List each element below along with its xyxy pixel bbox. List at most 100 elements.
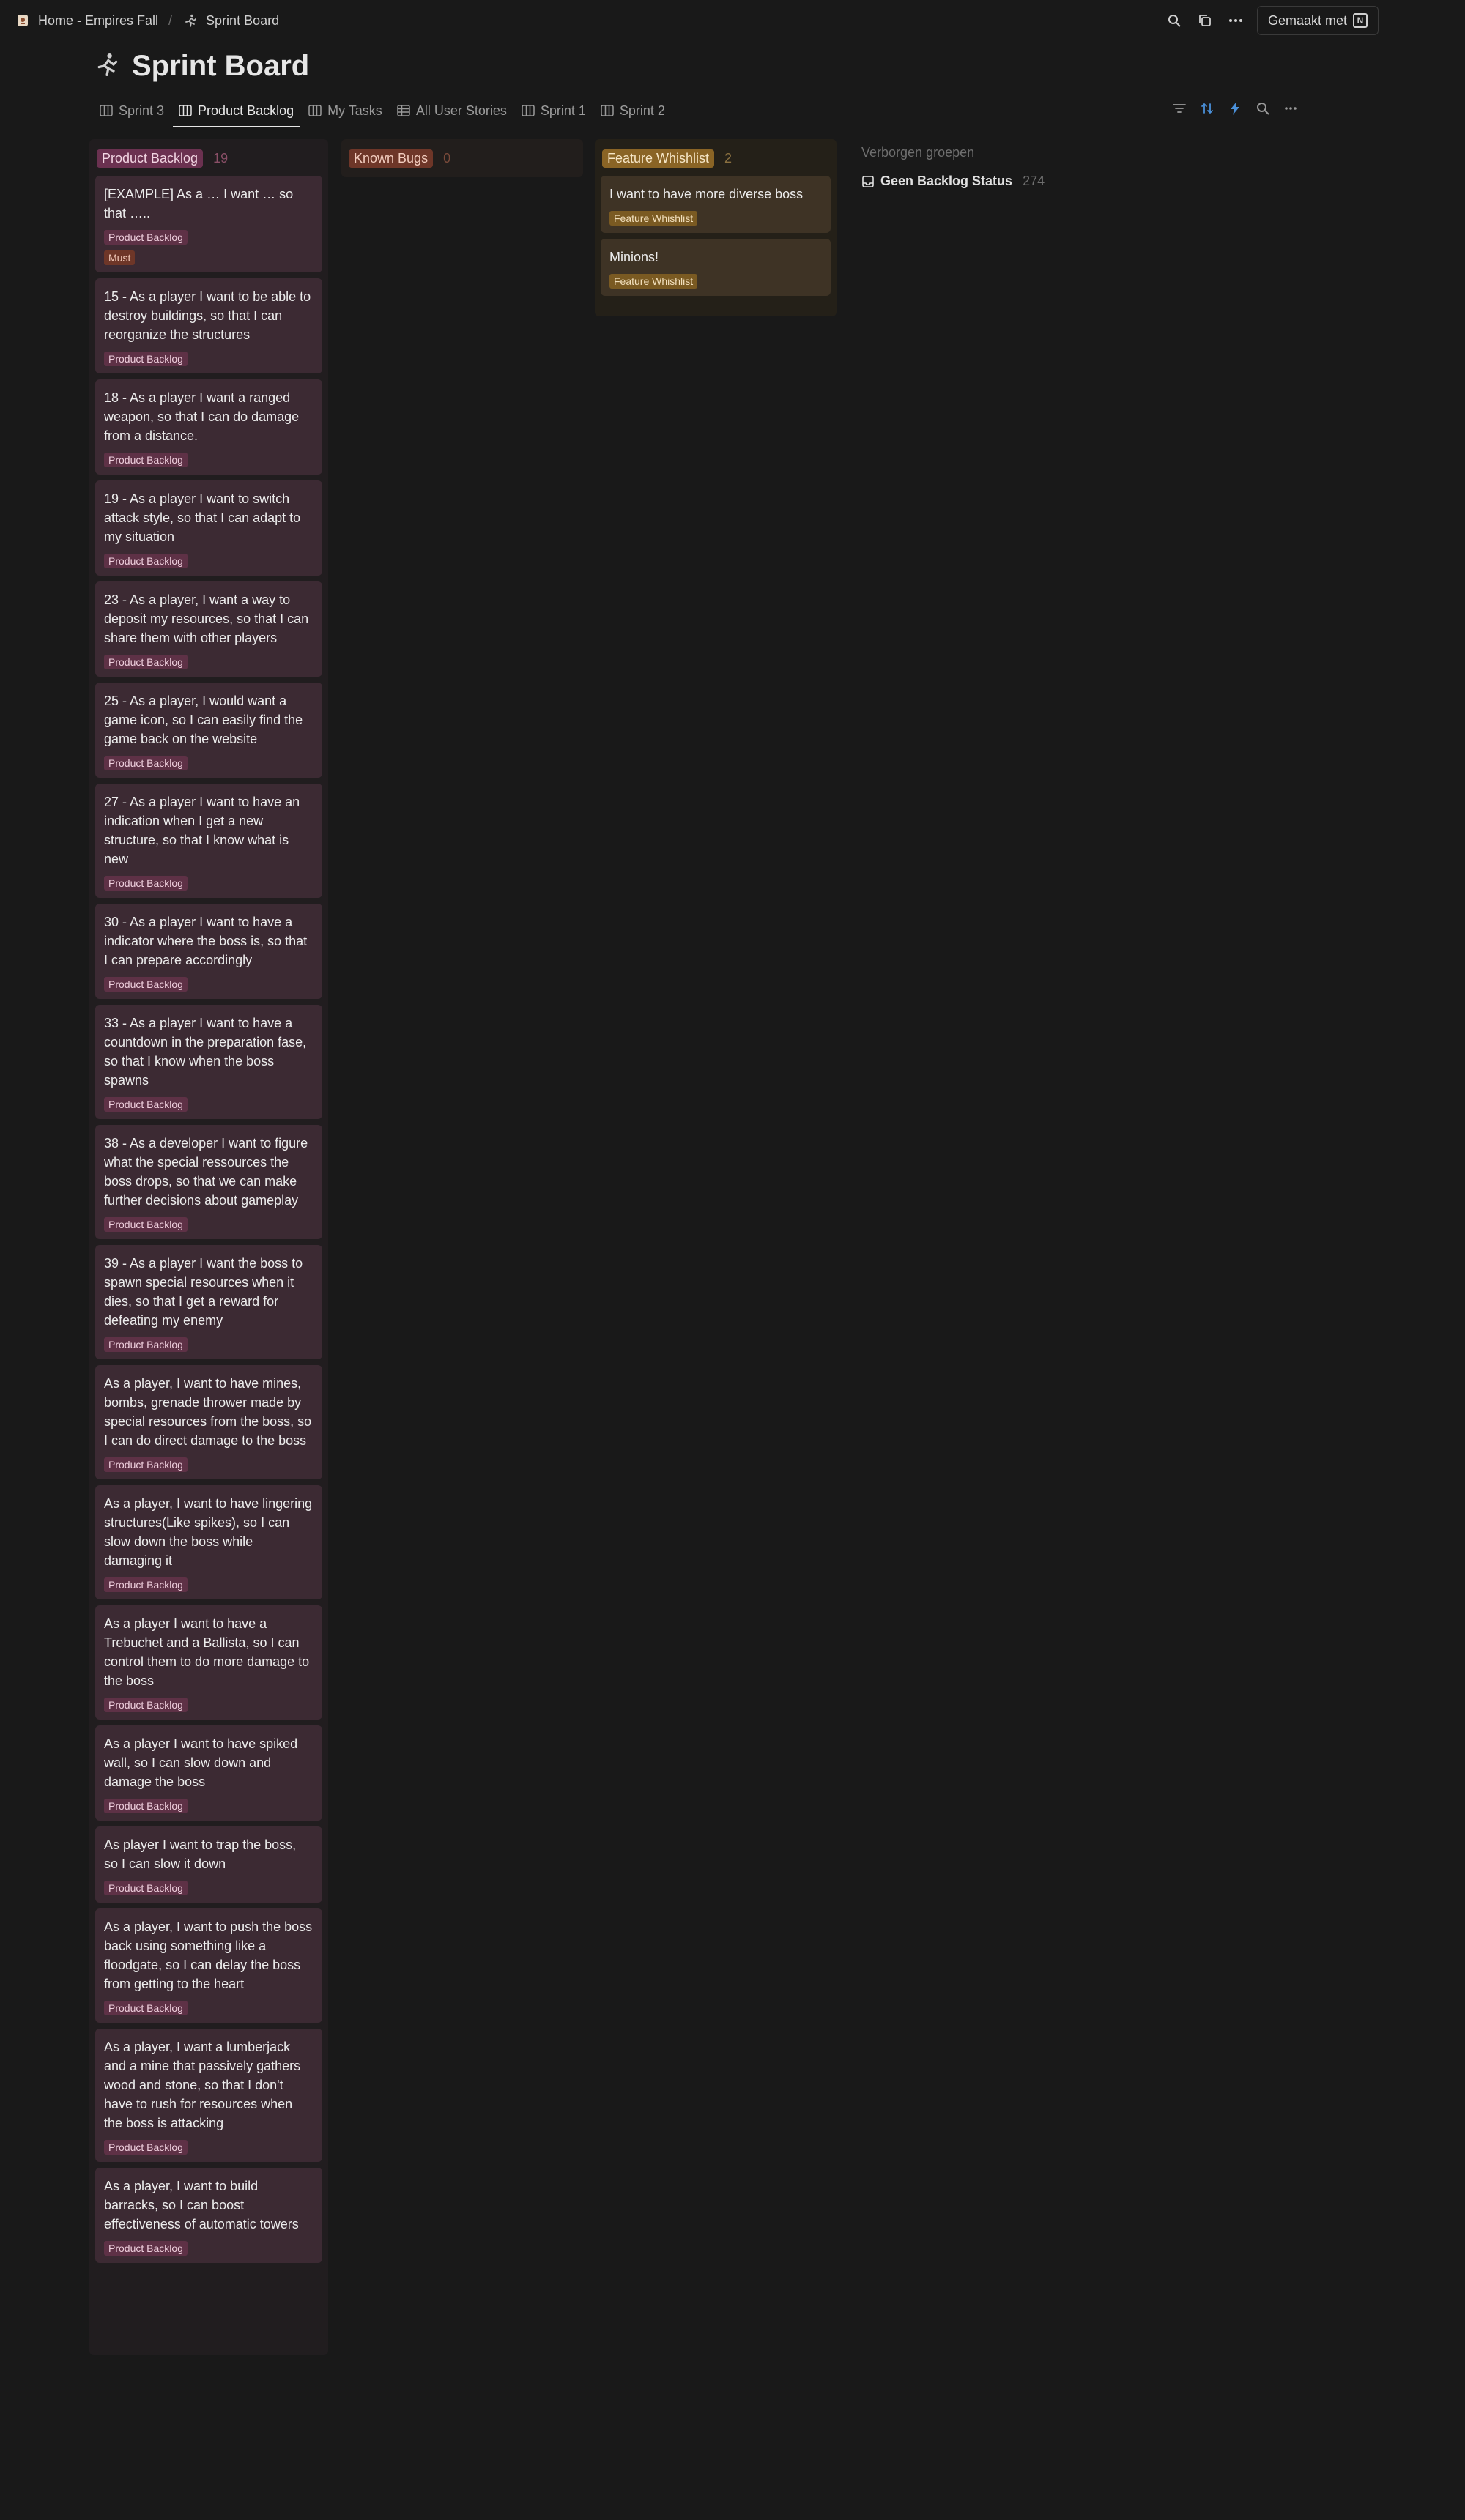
column-product-backlog: Product Backlog 19 [EXAMPLE] As a … I wa…: [89, 139, 328, 2355]
card-tags: Product Backlog: [104, 2133, 314, 2155]
tab-product-backlog[interactable]: Product Backlog: [173, 94, 300, 127]
breadcrumb-home[interactable]: Home - Empires Fall: [15, 12, 158, 29]
board-card[interactable]: As a player, I want to have lingering st…: [95, 1485, 322, 1599]
status-badge: Product Backlog: [104, 230, 188, 245]
status-badge: Product Backlog: [104, 977, 188, 992]
board-card[interactable]: 25 - As a player, I would want a game ic…: [95, 683, 322, 778]
board-icon: [601, 105, 614, 116]
status-badge: Product Backlog: [104, 352, 188, 366]
tab-sprint-1[interactable]: Sprint 1: [516, 94, 592, 127]
filter-icon[interactable]: [1171, 100, 1188, 117]
column-title[interactable]: Known Bugs: [349, 149, 434, 168]
status-badge: Product Backlog: [104, 1097, 188, 1112]
sort-icon[interactable]: [1198, 100, 1216, 117]
column-count: 2: [724, 150, 732, 166]
column-feature-whishlist: Feature Whishlist 2 I want to have more …: [595, 139, 837, 316]
card-title: 23 - As a player, I want a way to deposi…: [104, 592, 309, 645]
search-icon[interactable]: [1254, 100, 1272, 117]
column-header: Feature Whishlist 2: [602, 148, 829, 168]
board-card[interactable]: 33 - As a player I want to have a countd…: [95, 1005, 322, 1119]
tab-label: Sprint 3: [119, 103, 165, 118]
board-card[interactable]: 23 - As a player, I want a way to deposi…: [95, 581, 322, 677]
more-icon[interactable]: [1282, 100, 1299, 117]
card-title: 27 - As a player I want to have an indic…: [104, 795, 300, 866]
tab-my-tasks[interactable]: My Tasks: [303, 94, 388, 127]
card-list: [EXAMPLE] As a … I want … so that ….. Pro…: [95, 176, 322, 2263]
column-header: Product Backlog 19: [97, 148, 321, 168]
column-title[interactable]: Feature Whishlist: [602, 149, 715, 168]
page-title: Sprint Board: [132, 50, 310, 82]
board-card[interactable]: As player I want to trap the boss, so I …: [95, 1826, 322, 1903]
breadcrumb-home-label: Home - Empires Fall: [38, 12, 159, 28]
board-card[interactable]: 27 - As a player I want to have an indic…: [95, 784, 322, 898]
inbox-icon: [861, 175, 875, 188]
board-card[interactable]: As a player, I want to build barracks, s…: [95, 2168, 322, 2263]
card-title: As a player, I want to build barracks, s…: [104, 2179, 299, 2231]
board-card[interactable]: 15 - As a player I want to be able to de…: [95, 278, 322, 373]
board-card[interactable]: 39 - As a player I want the boss to spaw…: [95, 1245, 322, 1359]
breadcrumb-current[interactable]: Sprint Board: [182, 12, 279, 29]
card-tags: Product Backlog: [104, 2234, 314, 2256]
board-card[interactable]: 38 - As a developer I want to figure wha…: [95, 1125, 322, 1239]
column-title[interactable]: Product Backlog: [97, 149, 204, 168]
status-badge: Product Backlog: [104, 655, 188, 669]
card-tags: Product Backlog: [104, 1090, 314, 1112]
card-title: 15 - As a player I want to be able to de…: [104, 289, 311, 342]
tab-all-user-stories[interactable]: All User Stories: [391, 94, 513, 127]
search-icon[interactable]: [1165, 11, 1184, 30]
column-header: Known Bugs 0: [349, 148, 576, 168]
more-icon[interactable]: [1226, 11, 1245, 30]
card-tags: Feature Whishlist: [609, 267, 822, 289]
board-card[interactable]: As a player, I want to have mines, bombs…: [95, 1365, 322, 1479]
tab-sprint-2[interactable]: Sprint 2: [595, 94, 671, 127]
status-badge: Product Backlog: [104, 1457, 188, 1472]
tab-label: Sprint 2: [619, 103, 665, 118]
card-title: 33 - As a player I want to have a countd…: [104, 1016, 307, 1088]
board-card[interactable]: 18 - As a player I want a ranged weapon,…: [95, 379, 322, 475]
hidden-group-no-status[interactable]: Geen Backlog Status 274: [861, 174, 1045, 189]
card-tags: Product Backlog: [104, 1993, 314, 2015]
duplicate-icon[interactable]: [1195, 11, 1214, 30]
card-title: As a player, I want to have lingering st…: [104, 1496, 313, 1568]
tab-label: All User Stories: [415, 103, 507, 118]
made-with-button[interactable]: Gemaakt met N: [1256, 6, 1379, 35]
board-card[interactable]: [EXAMPLE] As a … I want … so that ….. Pro…: [95, 176, 322, 272]
automation-icon[interactable]: [1226, 100, 1244, 117]
card-tags: Product Backlog: [104, 1570, 314, 1592]
card-tags: Product Backlog: [104, 445, 314, 467]
status-badge: Product Backlog: [104, 876, 188, 891]
card-title: As a player, I want to have mines, bombs…: [104, 1376, 312, 1448]
board-card[interactable]: As a player, I want to push the boss bac…: [95, 1908, 322, 2023]
card-title: I want to have more diverse boss: [609, 187, 804, 201]
view-tabs: Sprint 3 Product Backlog My Tasks All Us…: [94, 95, 1299, 127]
hidden-group-label: Geen Backlog Status: [880, 174, 1013, 188]
card-title: 19 - As a player I want to switch attack…: [104, 491, 301, 544]
board-card[interactable]: As a player I want to have a Trebuchet a…: [95, 1605, 322, 1720]
card-tags: Product Backlog: [104, 748, 314, 770]
tab-label: Product Backlog: [198, 103, 294, 118]
status-badge: Product Backlog: [104, 1577, 188, 1592]
board-card[interactable]: As a player I want to have spiked wall, …: [95, 1725, 322, 1821]
table-icon: [397, 105, 410, 116]
status-badge: Product Backlog: [104, 554, 188, 568]
runner-icon: [94, 51, 120, 81]
card-title: 18 - As a player I want a ranged weapon,…: [104, 390, 300, 443]
board-card[interactable]: 19 - As a player I want to switch attack…: [95, 480, 322, 576]
hidden-group-count: 274: [1023, 174, 1045, 188]
card-tags: Product Backlog: [104, 1210, 314, 1232]
page-header: Sprint Board: [94, 50, 309, 83]
status-badge: Product Backlog: [104, 1217, 188, 1232]
status-badge: Product Backlog: [104, 2001, 188, 2015]
tab-sprint-3[interactable]: Sprint 3: [94, 94, 170, 127]
board-card[interactable]: I want to have more diverse boss Feature …: [601, 176, 831, 233]
board-icon: [308, 105, 322, 116]
card-title: 38 - As a developer I want to figure wha…: [104, 1136, 308, 1208]
board-card[interactable]: Minions! Feature Whishlist: [601, 239, 831, 296]
card-tags: Product Backlog: [104, 1690, 314, 1712]
board-card[interactable]: 30 - As a player I want to have a indica…: [95, 904, 322, 999]
board-card[interactable]: As a player, I want a lumberjack and a m…: [95, 2029, 322, 2162]
card-title: As player I want to trap the boss, so I …: [104, 1837, 297, 1871]
card-list: I want to have more diverse boss Feature …: [601, 176, 831, 296]
status-badge: Product Backlog: [104, 2140, 188, 2155]
board-icon: [100, 105, 113, 116]
